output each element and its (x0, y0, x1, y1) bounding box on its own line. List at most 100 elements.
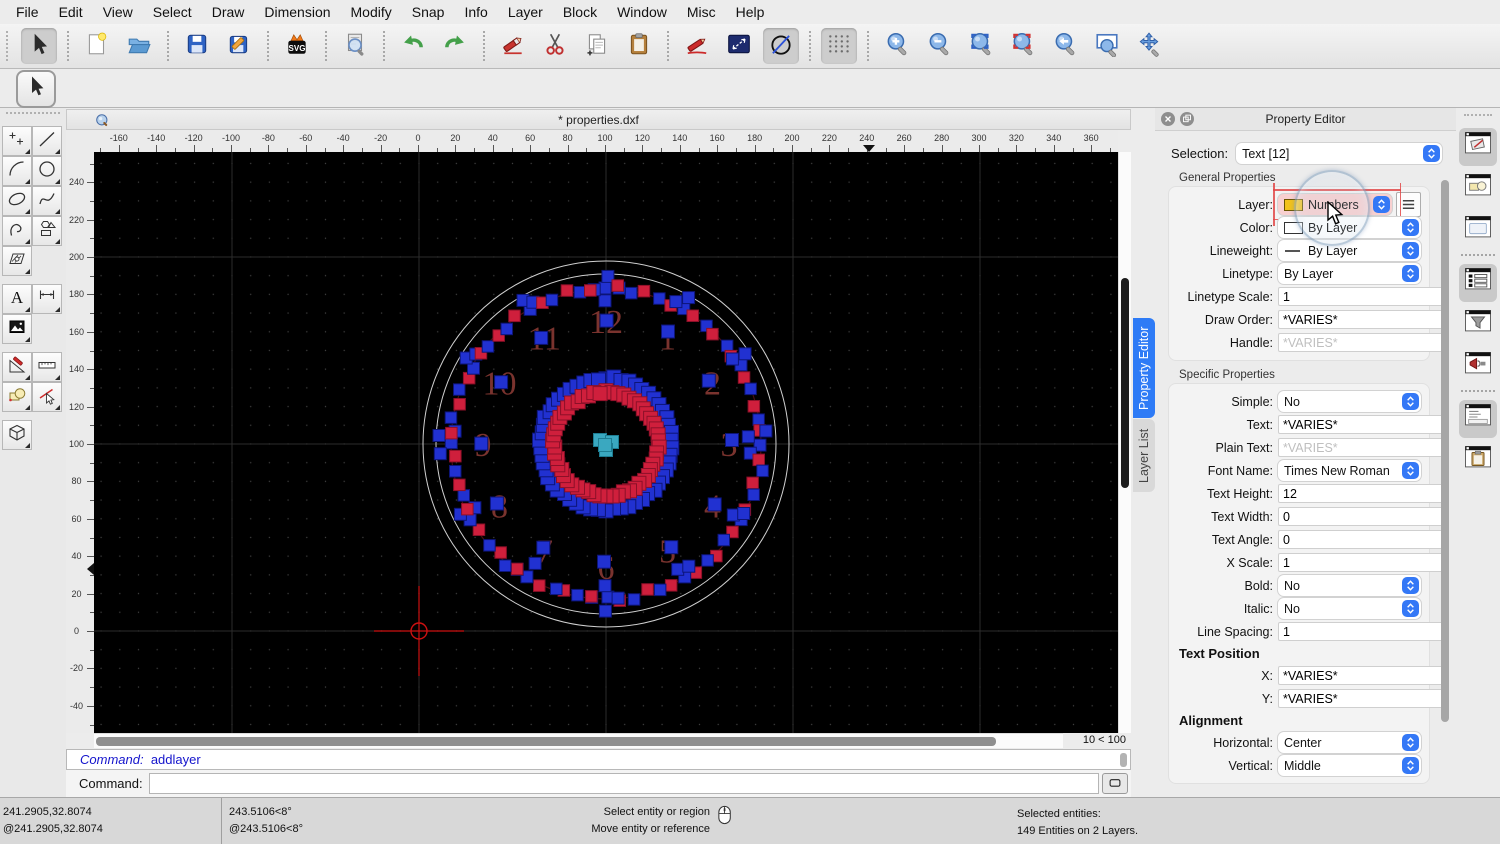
copy-button[interactable] (579, 28, 615, 64)
menu-dimension[interactable]: Dimension (254, 0, 340, 24)
modify-tool-button[interactable] (2, 352, 32, 382)
polyline-tool-button[interactable] (2, 216, 32, 246)
toolbar-handle[interactable] (6, 31, 16, 61)
menu-modify[interactable]: Modify (341, 0, 402, 24)
svg-export-button[interactable]: SVG (279, 28, 315, 64)
x-scale-field[interactable] (1278, 553, 1449, 572)
block-list-dock-button[interactable] (1459, 170, 1497, 208)
block-tool-button[interactable] (2, 382, 32, 412)
menu-help[interactable]: Help (726, 0, 775, 24)
previous-view-button[interactable] (1047, 28, 1083, 64)
font-name-combobox[interactable]: Times New Roman (1278, 460, 1421, 481)
menu-draw[interactable]: Draw (202, 0, 255, 24)
text-field[interactable] (1278, 415, 1449, 434)
circle-tool-button[interactable] (32, 156, 62, 186)
menu-view[interactable]: View (93, 0, 143, 24)
print-preview-button[interactable] (337, 28, 373, 64)
command-history-scrollbar[interactable] (1120, 753, 1127, 767)
save-document-button[interactable] (179, 28, 215, 64)
zoom-to-selection-button[interactable] (1005, 28, 1041, 64)
point-tool-button[interactable] (2, 126, 32, 156)
color-combobox[interactable]: By Layer (1278, 217, 1421, 238)
line-tool-button[interactable] (32, 126, 62, 156)
lineweight-combobox[interactable]: By Layer (1278, 240, 1421, 261)
italic-combobox[interactable]: No (1278, 598, 1421, 619)
paste-button[interactable] (621, 28, 657, 64)
horizontal-combobox[interactable]: Center (1278, 732, 1421, 753)
distance-measure-button[interactable] (721, 28, 757, 64)
ellipse-tool-button[interactable] (2, 186, 32, 216)
undo-button[interactable] (395, 28, 431, 64)
canvas-vertical-scrollbar[interactable] (1118, 152, 1131, 733)
window-zoom-button[interactable] (1089, 28, 1125, 64)
select-tool-button[interactable] (32, 382, 62, 412)
vertical-scrollbar-thumb[interactable] (1121, 278, 1129, 488)
delete-entities-button[interactable] (495, 28, 531, 64)
linetype-combobox[interactable]: By Layer (1278, 263, 1421, 284)
document-titlebar[interactable]: * properties.dxf (66, 109, 1131, 130)
measure-tool-button[interactable] (32, 352, 62, 382)
hatch-tool-button[interactable] (2, 246, 32, 276)
new-document-button[interactable] (79, 28, 115, 64)
command-input[interactable] (149, 773, 1099, 794)
zoom-out-button[interactable] (921, 28, 957, 64)
dock-tab-layer-list[interactable]: Layer List (1133, 419, 1155, 492)
y-field[interactable] (1278, 689, 1449, 708)
drawing-canvas[interactable]: 121234567891011 (94, 152, 1118, 733)
dock-strip-handle[interactable] (1464, 114, 1492, 122)
redo-button[interactable] (437, 28, 473, 64)
grid-toggle-button[interactable] (821, 28, 857, 64)
command-line-dock-button[interactable] (1459, 400, 1497, 438)
palette-handle[interactable] (6, 112, 60, 122)
selection-pointer-button[interactable] (21, 28, 57, 64)
canvas-horizontal-scrollbar[interactable] (94, 733, 1063, 748)
zoom-in-button[interactable] (879, 28, 915, 64)
shape-tool-button[interactable] (32, 216, 62, 246)
spline-tool-button[interactable] (32, 186, 62, 216)
close-panel-button[interactable] (1161, 112, 1175, 126)
text-width-field[interactable] (1278, 507, 1449, 526)
divide-entity-button[interactable] (763, 28, 799, 64)
clipboard-dock-button[interactable] (1459, 442, 1497, 480)
menu-window[interactable]: Window (607, 0, 677, 24)
edit-attributes-button[interactable] (679, 28, 715, 64)
notification-dock-button[interactable] (1459, 348, 1497, 386)
selection-filter-dock-button[interactable] (1459, 306, 1497, 344)
panel-scrollbar[interactable] (1441, 180, 1449, 722)
menu-file[interactable]: File (6, 0, 49, 24)
x-field[interactable] (1278, 666, 1449, 685)
menu-edit[interactable]: Edit (49, 0, 93, 24)
simple-combobox[interactable]: No (1278, 391, 1421, 412)
draw-order-field[interactable] (1278, 310, 1449, 329)
line-spacing-field[interactable] (1278, 622, 1449, 641)
draw-settings-dock-button[interactable] (1459, 128, 1497, 166)
linetype-scale-field[interactable] (1278, 287, 1449, 306)
command-fullscreen-button[interactable] (1102, 773, 1128, 794)
menu-info[interactable]: Info (454, 0, 497, 24)
bold-combobox[interactable]: No (1278, 575, 1421, 596)
menu-snap[interactable]: Snap (402, 0, 455, 24)
auto-zoom-button[interactable] (963, 28, 999, 64)
selection-pointer-option-button[interactable] (16, 70, 56, 108)
menu-block[interactable]: Block (553, 0, 607, 24)
menu-misc[interactable]: Misc (677, 0, 726, 24)
text-height-field[interactable] (1278, 484, 1449, 503)
property-editor-dock-button[interactable] (1459, 264, 1497, 302)
image-tool-button[interactable] (2, 314, 32, 344)
arc-tool-button[interactable] (2, 156, 32, 186)
cut-button[interactable] (537, 28, 573, 64)
panel-titlebar[interactable]: Property Editor (1155, 108, 1456, 131)
solid-tool-button[interactable] (2, 420, 32, 450)
library-browser-dock-button[interactable] (1459, 212, 1497, 250)
menu-select[interactable]: Select (143, 0, 202, 24)
dimension-tool-button[interactable] (32, 284, 62, 314)
command-history[interactable]: Command: addlayer (66, 749, 1131, 770)
open-document-button[interactable] (121, 28, 157, 64)
text-angle-field[interactable] (1278, 530, 1449, 549)
horizontal-scrollbar-thumb[interactable] (96, 737, 996, 746)
dock-tab-property-editor[interactable]: Property Editor (1133, 318, 1155, 418)
float-panel-button[interactable] (1180, 112, 1194, 126)
menu-layer[interactable]: Layer (498, 0, 553, 24)
save-document-as-button[interactable] (221, 28, 257, 64)
vertical-combobox[interactable]: Middle (1278, 755, 1421, 776)
